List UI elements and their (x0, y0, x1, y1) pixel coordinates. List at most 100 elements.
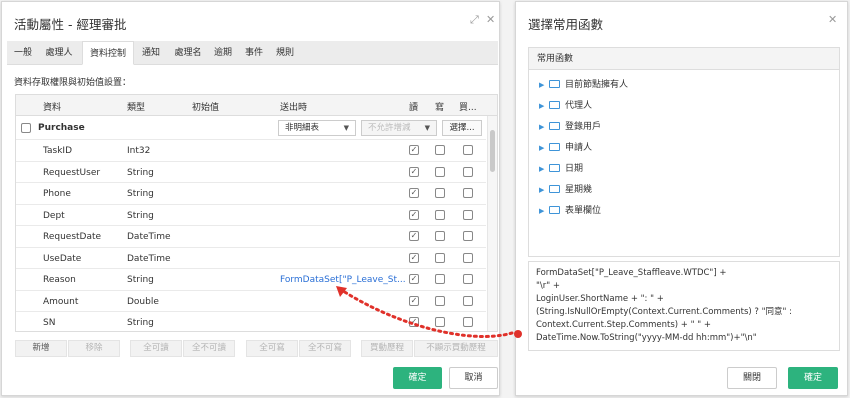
activity-properties-dialog: 活動屬性 - 經理審批 ⤢ ✕ 一般 處理人 資料控制 通知 處理名 逾期 事件… (1, 1, 500, 396)
ok-button[interactable]: 確定 (393, 367, 442, 389)
function-label: 表單欄位 (565, 206, 602, 216)
folder-icon (549, 122, 560, 130)
tab-general[interactable]: 一般 (9, 41, 37, 65)
confirm-button[interactable]: 確定 (788, 367, 838, 389)
add-button[interactable]: 新增 (15, 340, 67, 357)
read-checkbox[interactable]: ✓ (409, 188, 419, 198)
expand-icon[interactable]: ⤢ (470, 13, 479, 27)
function-tree-item[interactable]: ▶ 目前節點擁有人 (539, 78, 628, 92)
field-name: UseDate (43, 253, 82, 264)
read-checkbox[interactable]: ✓ (409, 166, 419, 177)
field-type: String (127, 318, 154, 328)
chevron-right-icon[interactable]: ▶ (539, 183, 549, 197)
chevron-right-icon[interactable]: ▶ (539, 141, 549, 155)
expression-editor[interactable]: FormDataSet["P_Leave_Staffleave.WTDC"] +… (528, 261, 840, 351)
close-icon[interactable]: ✕ (828, 13, 837, 26)
field-name: TaskID (43, 146, 73, 156)
tab-handler[interactable]: 處理人 (39, 41, 79, 65)
chevron-right-icon[interactable]: ▶ (539, 78, 549, 92)
dropdown-icon: ▼ (424, 124, 430, 132)
col-data: 資料 (43, 103, 62, 113)
function-tree-item[interactable]: ▶ 登錄用戶 (539, 120, 601, 134)
write-checkbox[interactable] (435, 145, 445, 155)
tab-overdue[interactable]: 逾期 (210, 41, 236, 65)
grid-scrollbar[interactable] (487, 116, 497, 331)
write-checkbox[interactable] (435, 166, 445, 177)
table-row[interactable]: UseDate DateTime ✓ (16, 248, 486, 269)
table-row[interactable]: Amount Double ✓ (16, 291, 486, 312)
chevron-right-icon[interactable]: ▶ (539, 162, 549, 176)
audit-checkbox[interactable] (463, 274, 473, 284)
write-checkbox[interactable] (435, 252, 445, 263)
audit-checkbox[interactable] (463, 295, 473, 306)
read-checkbox[interactable]: ✓ (409, 252, 419, 263)
remove-button[interactable]: 移除 (68, 340, 120, 357)
function-label: 目前節點擁有人 (565, 80, 629, 90)
table-row[interactable]: RequestUser String ✓ (16, 162, 486, 183)
read-checkbox[interactable]: ✓ (409, 145, 419, 155)
field-name: RequestUser (43, 167, 101, 178)
function-tree-item[interactable]: ▶ 代理人 (539, 99, 592, 113)
read-checkbox[interactable]: ✓ (409, 231, 419, 241)
audit-checkbox[interactable] (463, 145, 473, 155)
audit-checkbox[interactable] (463, 231, 473, 241)
table-row[interactable]: Dept String ✓ (16, 205, 486, 226)
tab-data-control[interactable]: 資料控制 (82, 41, 134, 65)
table-row[interactable]: Reason String FormDataSet["P_Leave_St... ✓ (16, 269, 486, 291)
row-change-value: 不允許增減 (368, 123, 411, 133)
field-type: Int32 (127, 146, 151, 156)
write-checkbox[interactable] (435, 209, 445, 220)
audit-checkbox[interactable] (463, 209, 473, 220)
cancel-button[interactable]: 取消 (449, 367, 498, 389)
function-tree-item[interactable]: ▶ 日期 (539, 162, 583, 176)
read-checkbox[interactable]: ✓ (409, 295, 419, 306)
write-checkbox[interactable] (435, 188, 445, 198)
function-tree-item[interactable]: ▶ 星期幾 (539, 183, 592, 197)
function-tree-item[interactable]: ▶ 申請人 (539, 141, 592, 155)
field-type: String (127, 275, 154, 285)
write-checkbox[interactable] (435, 295, 445, 306)
function-label: 日期 (565, 164, 584, 174)
hide-audit-history-button[interactable]: 不顯示買動歷程 (414, 340, 498, 357)
tab-handler-name[interactable]: 處理名 (170, 41, 206, 65)
chevron-right-icon[interactable]: ▶ (539, 204, 549, 218)
tab-rules[interactable]: 規則 (272, 41, 298, 65)
table-row[interactable]: TaskID Int32 ✓ (16, 140, 486, 162)
read-checkbox[interactable]: ✓ (409, 209, 419, 220)
chevron-right-icon[interactable]: ▶ (539, 99, 549, 113)
read-checkbox[interactable]: ✓ (409, 317, 419, 327)
row-change-select: 不允許增減 ▼ (361, 120, 437, 136)
submit-mode-value: 非明細表 (285, 123, 320, 133)
read-checkbox[interactable]: ✓ (409, 274, 419, 284)
table-row[interactable]: SN String ✓ (16, 312, 486, 331)
close-icon[interactable]: ✕ (486, 13, 495, 26)
function-tree-item[interactable]: ▶ 表單欄位 (539, 204, 601, 218)
audit-checkbox[interactable] (463, 166, 473, 177)
table-row[interactable]: RequestDate DateTime ✓ (16, 226, 486, 248)
scroll-thumb[interactable] (490, 130, 495, 172)
audit-history-button[interactable]: 買動歷程 (361, 340, 413, 357)
write-checkbox[interactable] (435, 231, 445, 241)
function-tree-panel: 常用函數 ▶ 目前節點擁有人 ▶ 代理人 ▶ 登錄用戶 ▶ 申請人 ▶ 日期 ▶ 星期幾 ▶ 表單欄位 (528, 47, 840, 257)
table-row[interactable]: Phone String ✓ (16, 183, 486, 205)
all-read-button[interactable]: 全可讀 (130, 340, 182, 357)
write-checkbox[interactable] (435, 317, 445, 327)
tab-events[interactable]: 事件 (241, 41, 267, 65)
audit-checkbox[interactable] (463, 317, 473, 327)
audit-checkbox[interactable] (463, 188, 473, 198)
on-submit-expression[interactable]: FormDataSet["P_Leave_St... (280, 275, 406, 285)
submit-mode-select[interactable]: 非明細表 ▼ (278, 120, 356, 136)
col-type: 類型 (127, 103, 146, 113)
tab-notification[interactable]: 通知 (137, 41, 165, 65)
col-read: 讀 (409, 103, 419, 113)
chevron-right-icon[interactable]: ▶ (539, 120, 549, 134)
group-checkbox[interactable] (21, 123, 31, 133)
expression-line: "\r" + (536, 281, 561, 291)
select-button[interactable]: 選擇... (442, 120, 482, 136)
none-read-button[interactable]: 全不可讀 (183, 340, 235, 357)
close-button[interactable]: 關閉 (727, 367, 777, 389)
none-write-button[interactable]: 全不可寫 (299, 340, 351, 357)
all-write-button[interactable]: 全可寫 (246, 340, 298, 357)
audit-checkbox[interactable] (463, 252, 473, 263)
write-checkbox[interactable] (435, 274, 445, 284)
